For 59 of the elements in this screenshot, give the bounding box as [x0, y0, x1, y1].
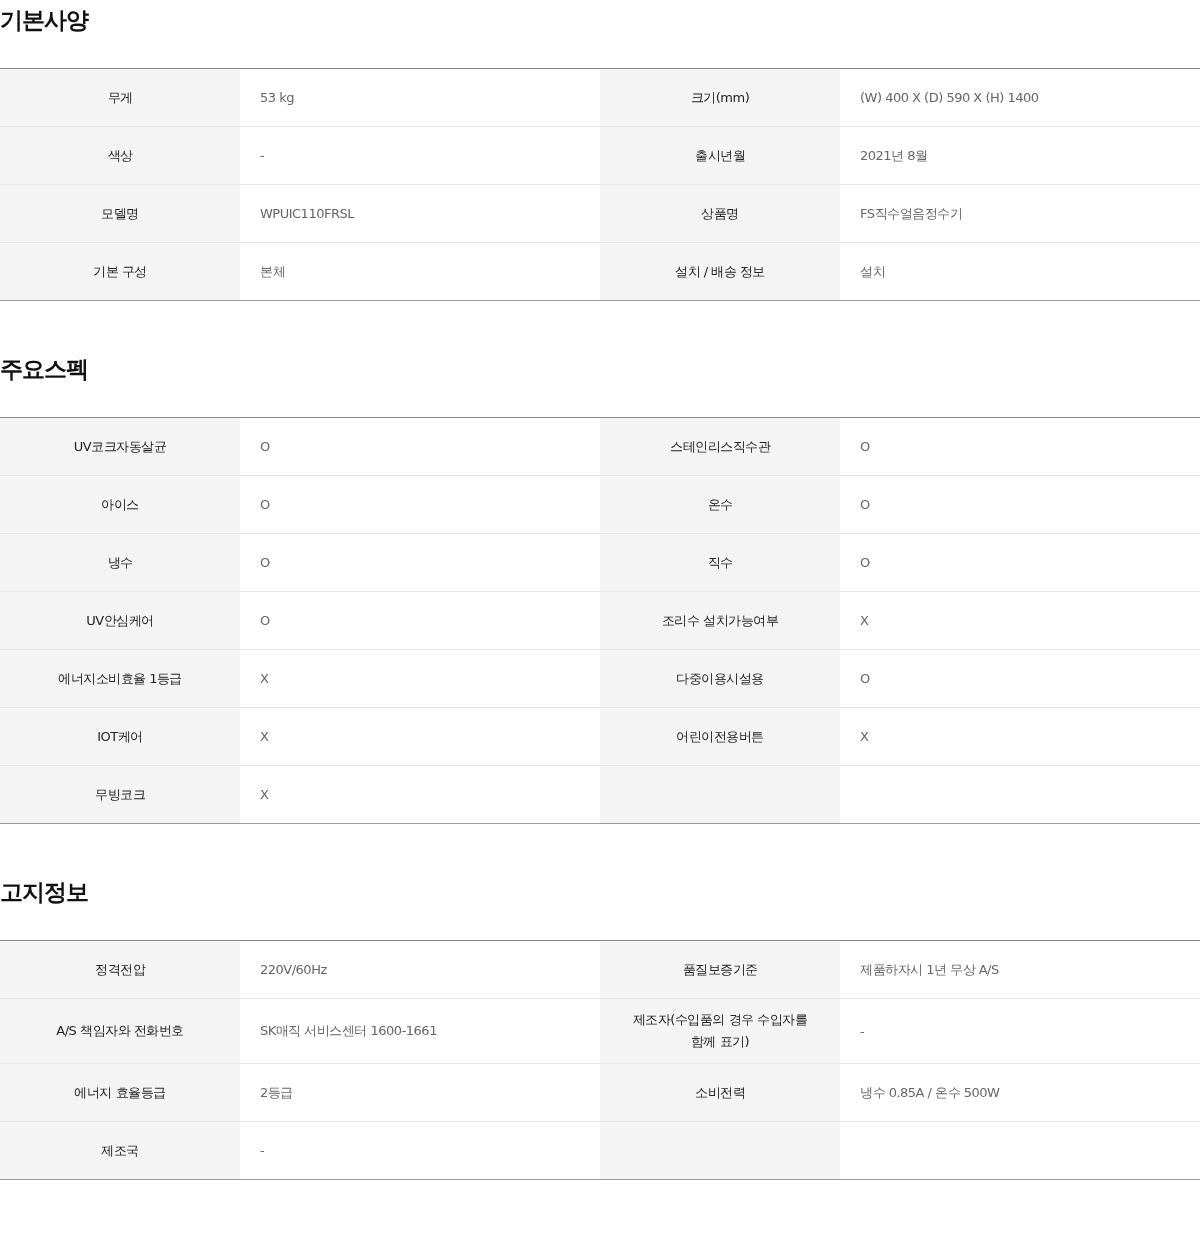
spec-label: 아이스	[0, 476, 240, 533]
spec-value: X	[259, 670, 270, 688]
spec-label: 품질보증기준	[600, 941, 840, 998]
spec-label: 제조국	[0, 1122, 240, 1179]
spec-value: 냉수 0.85A / 온수 500W	[859, 1083, 1001, 1102]
spec-value: 제품하자시 1년 무상 A/S	[859, 960, 1000, 979]
spec-label: 무빙코크	[0, 766, 240, 823]
section-title: 고지정보	[0, 878, 89, 907]
spec-value: X	[859, 728, 870, 746]
spec-value: -	[259, 147, 266, 165]
spec-value: SK매직 서비스센터 1600-1661	[259, 1022, 438, 1040]
spec-label: 에너지소비효율 1등급	[0, 650, 240, 707]
spec-value: X	[859, 612, 870, 630]
spec-value: O	[259, 554, 271, 572]
spec-label: 크기(mm)	[600, 69, 840, 126]
spec-value: O	[259, 438, 271, 456]
spec-label: 직수	[600, 534, 840, 591]
spec-value: O	[259, 496, 271, 514]
spec-value: 본체	[259, 262, 286, 281]
spec-value: 설치	[859, 262, 886, 281]
spec-value: X	[259, 786, 270, 804]
spec-label: 정격전압	[0, 941, 240, 998]
spec-value: 53 kg	[259, 89, 295, 107]
spec-label: 소비전력	[600, 1064, 840, 1121]
spec-value: 220V/60Hz	[259, 961, 328, 979]
spec-label: 상품명	[600, 185, 840, 242]
spec-value: FS직수얼음정수기	[859, 204, 963, 223]
spec-label: UV안심케어	[0, 592, 240, 649]
spec-value: O	[859, 554, 871, 572]
spec-label: A/S 책임자와 전화번호	[0, 999, 240, 1063]
spec-label: 설치 / 배송 정보	[600, 243, 840, 300]
spec-label: 무게	[0, 69, 240, 126]
spec-value: -	[859, 1022, 866, 1041]
section-title: 주요스펙	[0, 355, 89, 384]
spec-label: 제조자(수입품의 경우 수입자를 함께 표기)	[600, 999, 840, 1063]
spec-label: 색상	[0, 127, 240, 184]
spec-value: 2021년 8월	[859, 146, 929, 165]
spec-value: O	[859, 670, 871, 688]
spec-label: 온수	[600, 476, 840, 533]
spec-label: 기본 구성	[0, 243, 240, 300]
spec-value: -	[259, 1142, 266, 1160]
spec-value: 2등급	[259, 1083, 294, 1102]
spec-value: (W) 400 X (D) 590 X (H) 1400	[859, 89, 1040, 107]
spec-label: UV코크자동살균	[0, 418, 240, 475]
spec-value: O	[259, 612, 271, 630]
spec-value: WPUIC110FRSL	[259, 205, 356, 223]
spec-label: 스테인리스직수관	[600, 418, 840, 475]
spec-label: 다중이용시설용	[600, 650, 840, 707]
spec-label: 냉수	[0, 534, 240, 591]
spec-label: 모델명	[0, 185, 240, 242]
spec-value: O	[859, 496, 871, 514]
spec-label: IOT케어	[0, 708, 240, 765]
section-title: 기본사양	[0, 6, 90, 35]
spec-label: 조리수 설치가능여부	[600, 592, 840, 649]
spec-value: X	[259, 728, 270, 746]
spec-label: 어린이전용버튼	[600, 708, 840, 765]
spec-value: O	[859, 438, 871, 456]
spec-label: 에너지 효율등급	[0, 1064, 240, 1121]
spec-label: 출시년월	[600, 127, 840, 184]
